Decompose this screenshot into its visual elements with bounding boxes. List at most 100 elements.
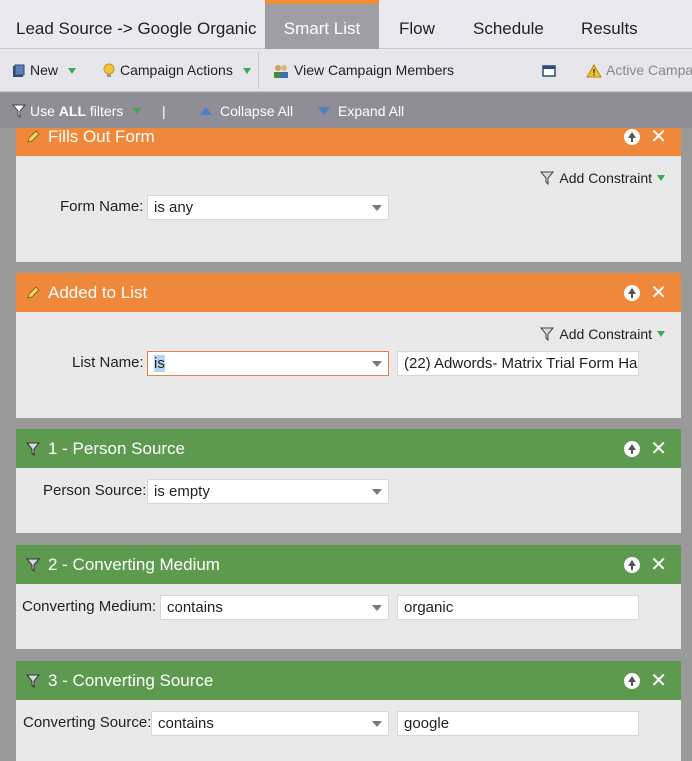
filter-title: 1 - Person Source <box>48 438 186 458</box>
warning-icon <box>586 63 602 77</box>
operator-value: contains <box>167 599 223 616</box>
person-source-label: Person Source: <box>43 482 147 499</box>
new-button[interactable]: New <box>12 49 77 92</box>
converting-medium-label: Converting Medium: <box>22 598 157 615</box>
smart-list-canvas: Fills Out Form ✕ Add Constraint Form Nam… <box>0 128 692 761</box>
chevron-down-icon <box>657 331 665 337</box>
chevron-down-icon <box>372 489 382 495</box>
form-name-label: Form Name: <box>60 198 144 215</box>
filterbar-separator: | <box>162 102 166 119</box>
filter-card-person-source: 1 - Person Source ✕ Person Source: is em… <box>16 429 681 533</box>
filter-card-fills-out-form: Fills Out Form ✕ Add Constraint Form Nam… <box>16 128 681 262</box>
operator-value: is <box>154 355 165 372</box>
filter-card-converting-source: 3 - Converting Source ✕ Converting Sourc… <box>16 661 681 761</box>
funnel-icon <box>540 171 555 186</box>
tab-results[interactable]: Results <box>581 0 638 49</box>
funnel-icon <box>26 674 40 688</box>
funnel-icon <box>540 327 555 342</box>
new-document-icon <box>13 64 25 77</box>
chevron-down-icon <box>372 205 382 211</box>
move-up-icon[interactable] <box>624 672 641 689</box>
filter-header[interactable]: Fills Out Form ✕ <box>16 128 681 156</box>
converting-source-value-field[interactable]: google <box>397 711 639 736</box>
converting-source-operator-select[interactable]: contains <box>151 711 389 736</box>
operator-value: is empty <box>154 483 210 500</box>
filters-label: filters <box>86 102 124 119</box>
campaign-actions-label: Campaign Actions <box>120 62 233 78</box>
tab-flow[interactable]: Flow <box>399 0 435 49</box>
close-icon[interactable]: ✕ <box>650 555 667 575</box>
filter-header[interactable]: 3 - Converting Source ✕ <box>16 661 681 700</box>
new-label: New <box>30 62 59 78</box>
pencil-form-icon <box>27 285 40 299</box>
funnel-icon <box>26 558 40 572</box>
converting-medium-value-field[interactable]: organic <box>397 595 639 620</box>
people-icon <box>274 64 288 78</box>
converting-medium-operator-select[interactable]: contains <box>160 595 389 620</box>
toolbar: New Campaign Actions View Campaign Membe… <box>0 49 692 92</box>
collapse-arrow-icon <box>200 106 212 115</box>
expand-arrow-icon <box>318 106 330 115</box>
chevron-down-icon <box>68 67 77 74</box>
filter-card-converting-medium: 2 - Converting Medium ✕ Converting Mediu… <box>16 545 681 649</box>
chevron-down-icon <box>657 175 665 181</box>
converting-source-label: Converting Source: <box>23 714 152 731</box>
add-constraint-label: Add Constraint <box>559 170 652 186</box>
filter-header[interactable]: Added to List ✕ <box>16 273 681 312</box>
chevron-down-icon <box>372 605 382 611</box>
close-icon[interactable]: ✕ <box>650 128 667 147</box>
expand-all-button[interactable]: Expand All <box>318 93 404 128</box>
move-up-icon[interactable] <box>624 128 641 145</box>
filter-header[interactable]: 1 - Person Source ✕ <box>16 429 681 468</box>
collapse-all-button[interactable]: Collapse All <box>200 93 293 128</box>
form-name-operator-select[interactable]: is any <box>147 195 389 220</box>
pencil-form-icon <box>27 129 40 143</box>
tab-smart-list[interactable]: Smart List <box>265 0 379 49</box>
list-name-label: List Name: <box>72 354 144 371</box>
person-source-operator-select[interactable]: is empty <box>147 479 389 504</box>
filter-bar: Use ALL filters | Collapse All Expand Al… <box>0 93 692 128</box>
active-campaign-label: Active Campaign <box>606 62 692 78</box>
close-icon[interactable]: ✕ <box>650 671 667 691</box>
filter-title: Fills Out Form <box>48 128 155 146</box>
close-icon[interactable]: ✕ <box>650 439 667 459</box>
all-label: ALL <box>58 102 87 119</box>
tab-bar: Lead Source -> Google Organic Smart List… <box>0 0 692 49</box>
chevron-down-icon <box>133 107 142 114</box>
list-name-operator-select[interactable]: is <box>147 351 389 376</box>
view-campaign-members-button[interactable]: View Campaign Members <box>272 49 454 92</box>
program-title: Lead Source -> Google Organic <box>16 19 257 38</box>
funnel-icon <box>12 104 26 118</box>
funnel-icon <box>26 442 40 456</box>
move-up-icon[interactable] <box>624 284 641 301</box>
tab-schedule[interactable]: Schedule <box>473 0 544 49</box>
move-up-icon[interactable] <box>624 440 641 457</box>
collapse-all-label: Collapse All <box>220 102 294 119</box>
filter-title: 3 - Converting Source <box>48 670 214 690</box>
add-constraint-button[interactable]: Add Constraint <box>540 326 665 342</box>
filter-header[interactable]: 2 - Converting Medium ✕ <box>16 545 681 584</box>
use-all-filters-button[interactable]: Use ALL filters <box>12 93 142 128</box>
add-constraint-label: Add Constraint <box>559 326 652 342</box>
operator-value: is any <box>154 199 194 216</box>
move-up-icon[interactable] <box>624 556 641 573</box>
chevron-down-icon <box>372 721 382 727</box>
use-label: Use <box>30 102 59 119</box>
active-campaign-status[interactable]: Active Campaign <box>586 49 692 92</box>
expand-all-label: Expand All <box>338 102 405 119</box>
campaign-actions-button[interactable]: Campaign Actions <box>102 49 251 92</box>
lightbulb-icon <box>103 63 115 77</box>
chevron-down-icon <box>372 361 382 367</box>
toolbar-divider <box>258 53 259 89</box>
add-constraint-button[interactable]: Add Constraint <box>540 170 665 186</box>
close-icon[interactable]: ✕ <box>650 283 667 303</box>
filter-title: Added to List <box>48 282 148 302</box>
view-campaign-members-label: View Campaign Members <box>294 62 455 78</box>
list-name-value-field[interactable]: (22) Adwords- Matrix Trial Form Han <box>397 351 639 376</box>
window-icon <box>542 64 556 77</box>
window-toggle-button[interactable] <box>542 49 556 92</box>
use-all-filters-label: Use ALL filters <box>30 103 123 119</box>
operator-value: contains <box>158 715 214 732</box>
filter-title: 2 - Converting Medium <box>48 554 220 574</box>
chevron-down-icon <box>242 67 251 74</box>
